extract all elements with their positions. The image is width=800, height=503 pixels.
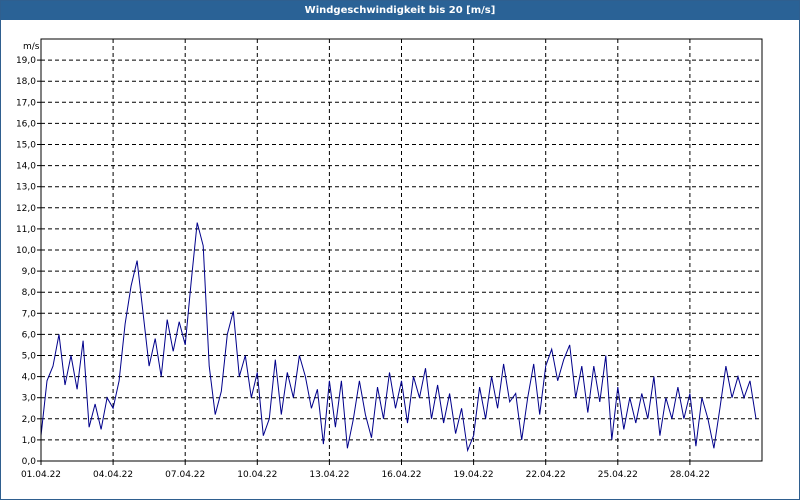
chart-window: Windgeschwindigkeit bis 20 [m/s] 0,0 1,0 2… <box>0 0 800 500</box>
x-tick-label: 16.04.22 <box>381 470 421 480</box>
y-tick-label: 1,0 <box>22 436 37 446</box>
y-tick-label: 17,0 <box>16 98 36 108</box>
x-tick-label: 28.04.22 <box>670 470 710 480</box>
grid <box>41 39 762 461</box>
x-tick-label: 19.04.22 <box>454 470 494 480</box>
y-tick-label: 4,0 <box>22 373 37 383</box>
series-line <box>40 222 757 453</box>
y-tick-label: 19,0 <box>16 56 36 66</box>
x-tick-label: 01.04.22 <box>21 470 61 480</box>
x-tick-label: 04.04.22 <box>93 470 133 480</box>
chart-title: Windgeschwindigkeit bis 20 [m/s] <box>1 1 799 20</box>
y-tick-label: 0,0 <box>22 457 37 467</box>
y-axis: 0,0 1,0 2,0 3,0 4,0 5,0 6,0 7,0 8,0 9,0 10,0 11,0 12… <box>16 56 41 467</box>
y-tick-label: 2,0 <box>22 415 37 425</box>
y-tick-label: 5,0 <box>22 352 37 362</box>
x-tick-label: 10.04.22 <box>237 470 277 480</box>
y-axis-label: m/s <box>23 42 40 52</box>
y-tick-label: 9,0 <box>22 267 37 277</box>
y-tick-label: 8,0 <box>22 288 37 298</box>
wind-speed-chart: 0,0 1,0 2,0 3,0 4,0 5,0 6,0 7,0 8,0 9,0 10,0 11,0 12… <box>16 38 763 480</box>
y-tick-label: 14,0 <box>16 162 36 172</box>
x-tick-label: 22.04.22 <box>526 470 566 480</box>
y-tick-label: 16,0 <box>16 119 36 129</box>
y-tick-label: 12,0 <box>16 204 36 214</box>
y-tick-label: 18,0 <box>16 77 36 87</box>
x-axis: 01.04.22 04.04.22 07.04.22 10.04.22 13.04.22… <box>21 461 710 480</box>
y-tick-label: 3,0 <box>22 394 37 404</box>
y-tick-label: 10,0 <box>16 246 36 256</box>
y-tick-label: 7,0 <box>22 309 37 319</box>
x-tick-label: 07.04.22 <box>165 470 205 480</box>
y-tick-label: 11,0 <box>16 225 36 235</box>
x-tick-label: 25.04.22 <box>598 470 638 480</box>
y-tick-label: 15,0 <box>16 141 36 151</box>
y-tick-label: 6,0 <box>22 330 37 340</box>
plot-area: 0,0 1,0 2,0 3,0 4,0 5,0 6,0 7,0 8,0 9,0 10,0 11,0 12… <box>1 21 799 499</box>
y-tick-label: 13,0 <box>16 183 36 193</box>
x-tick-label: 13.04.22 <box>309 470 349 480</box>
